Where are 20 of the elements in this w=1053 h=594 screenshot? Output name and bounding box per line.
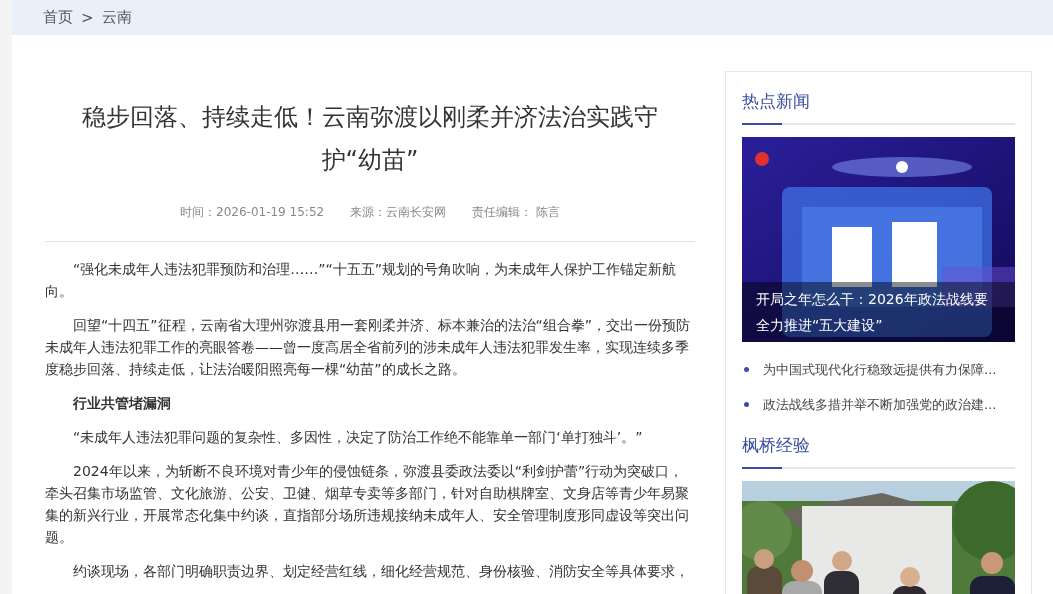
- section-heading: 行业共管堵漏洞: [72, 394, 172, 413]
- paragraph: “强化未成年人违法犯罪预防和治理……”“十五五”规划的号角吹响，为未成年人保护工作锚定新航向。: [45, 260, 677, 301]
- breadcrumb-link[interactable]: 云南: [101, 8, 132, 27]
- breadcrumb-link[interactable]: 首页: [43, 8, 73, 27]
- paragraph: “未成年人违法犯罪问题的复杂性、多因性，决定了防治工作绝不能靠单一部门‘单打独斗’。”: [72, 428, 644, 447]
- news-link[interactable]: 政法战线多措并举不断加强党的政治建...: [763, 395, 997, 414]
- section-title: 热点新闻: [742, 90, 1015, 125]
- article-meta: 时间：2026-01-19 15:52: [180, 204, 325, 221]
- breadcrumb-separator: >: [81, 8, 94, 27]
- article-title: 稳步回落、持续走低！云南弥渡以刚柔并济法治实践守护“幼苗”: [81, 102, 659, 176]
- picture-caption[interactable]: 开局之年怎么干：2026年政法战线要全力推进“五大建设”: [742, 282, 1015, 342]
- article-meta: 来源：云南长安网: [350, 204, 447, 221]
- bullet-icon: [744, 367, 749, 372]
- article-meta: 责任编辑： 陈言: [472, 204, 560, 221]
- paragraph: 约谈现场，各部门明确职责边界、划定经营红线，细化经营规范、身份核验、消防安全等具体要求，: [72, 562, 690, 581]
- bullet-icon: [744, 402, 749, 407]
- paragraph: 回望“十四五”征程，云南省大理州弥渡县用一套刚柔并济、标本兼治的法治“组合拳”，交出一份预防未成年人违法犯罪工作的亮眼答卷——曾一度高居全省前列的涉未成年人违法犯罪发生率，实现连续多季度稳步回落、持续走低，让法治暖阳照亮每一棵“幼苗”的成长之路。: [45, 316, 691, 379]
- paragraph: 2024年以来，为斩断不良环境对青少年的侵蚀链条，弥渡县委政法委以“利剑护蕾”行动为突破口，牵头召集市场监管、文化旅游、公安、卫健、烟草专卖等多部门，针对自助棋牌室、文身店等青少年易聚集的新兴行业，开展常态化集中约谈，直指部分场所违规接纳未成年人、安全管理制度形同虚设等突出问题。: [45, 462, 690, 547]
- section-title: 枫桥经验: [742, 434, 1015, 469]
- news-link[interactable]: 为中国式现代化行稳致远提供有力保障...: [763, 360, 997, 379]
